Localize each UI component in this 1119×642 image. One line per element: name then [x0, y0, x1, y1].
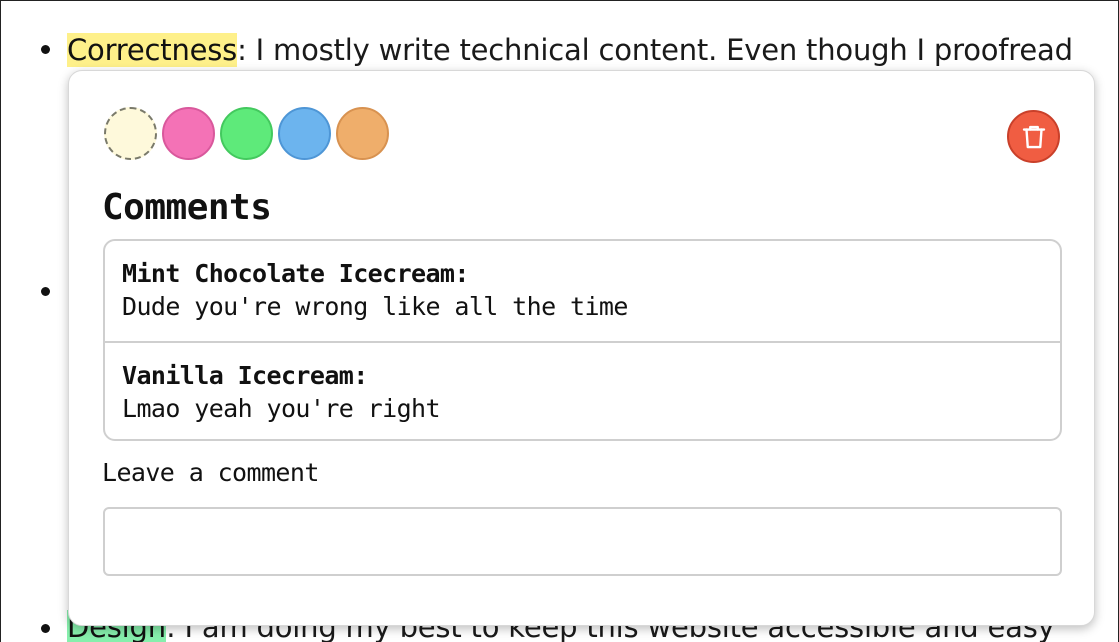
article-text: : I mostly write technical content. Even… — [237, 33, 1073, 67]
comment-input[interactable] — [103, 507, 1062, 576]
comment-popover: Comments Mint Chocolate Icecream: Dude y… — [68, 70, 1095, 626]
highlight-correctness[interactable]: Correctness — [67, 33, 237, 67]
comment-item: Vanilla Icecream: Lmao yeah you're right — [105, 341, 1060, 439]
comment-author: Mint Chocolate Icecream: — [122, 259, 469, 288]
list-bullet — [41, 287, 50, 296]
color-swatch-orange[interactable] — [336, 107, 389, 160]
color-swatch-yellow[interactable] — [104, 107, 157, 160]
article-line: Correctness: I mostly write technical co… — [67, 32, 1073, 68]
comment-item: Mint Chocolate Icecream: Dude you're wro… — [105, 241, 1060, 341]
color-swatch-blue[interactable] — [278, 107, 331, 160]
comment-text: Lmao yeah you're right — [122, 394, 441, 423]
comment-list: Mint Chocolate Icecream: Dude you're wro… — [103, 239, 1062, 441]
leave-comment-label: Leave a comment — [102, 458, 319, 487]
trash-icon — [1022, 125, 1045, 148]
color-swatch-green[interactable] — [220, 107, 273, 160]
delete-highlight-button[interactable] — [1007, 110, 1060, 163]
comment-author: Vanilla Icecream: — [122, 361, 368, 390]
list-bullet — [41, 624, 50, 633]
comment-text: Dude you're wrong like all the time — [122, 292, 628, 321]
list-bullet — [41, 45, 50, 54]
color-swatch-pink[interactable] — [162, 107, 215, 160]
comments-heading: Comments — [102, 187, 272, 228]
page-frame: Correctness: I mostly write technical co… — [0, 0, 1119, 642]
